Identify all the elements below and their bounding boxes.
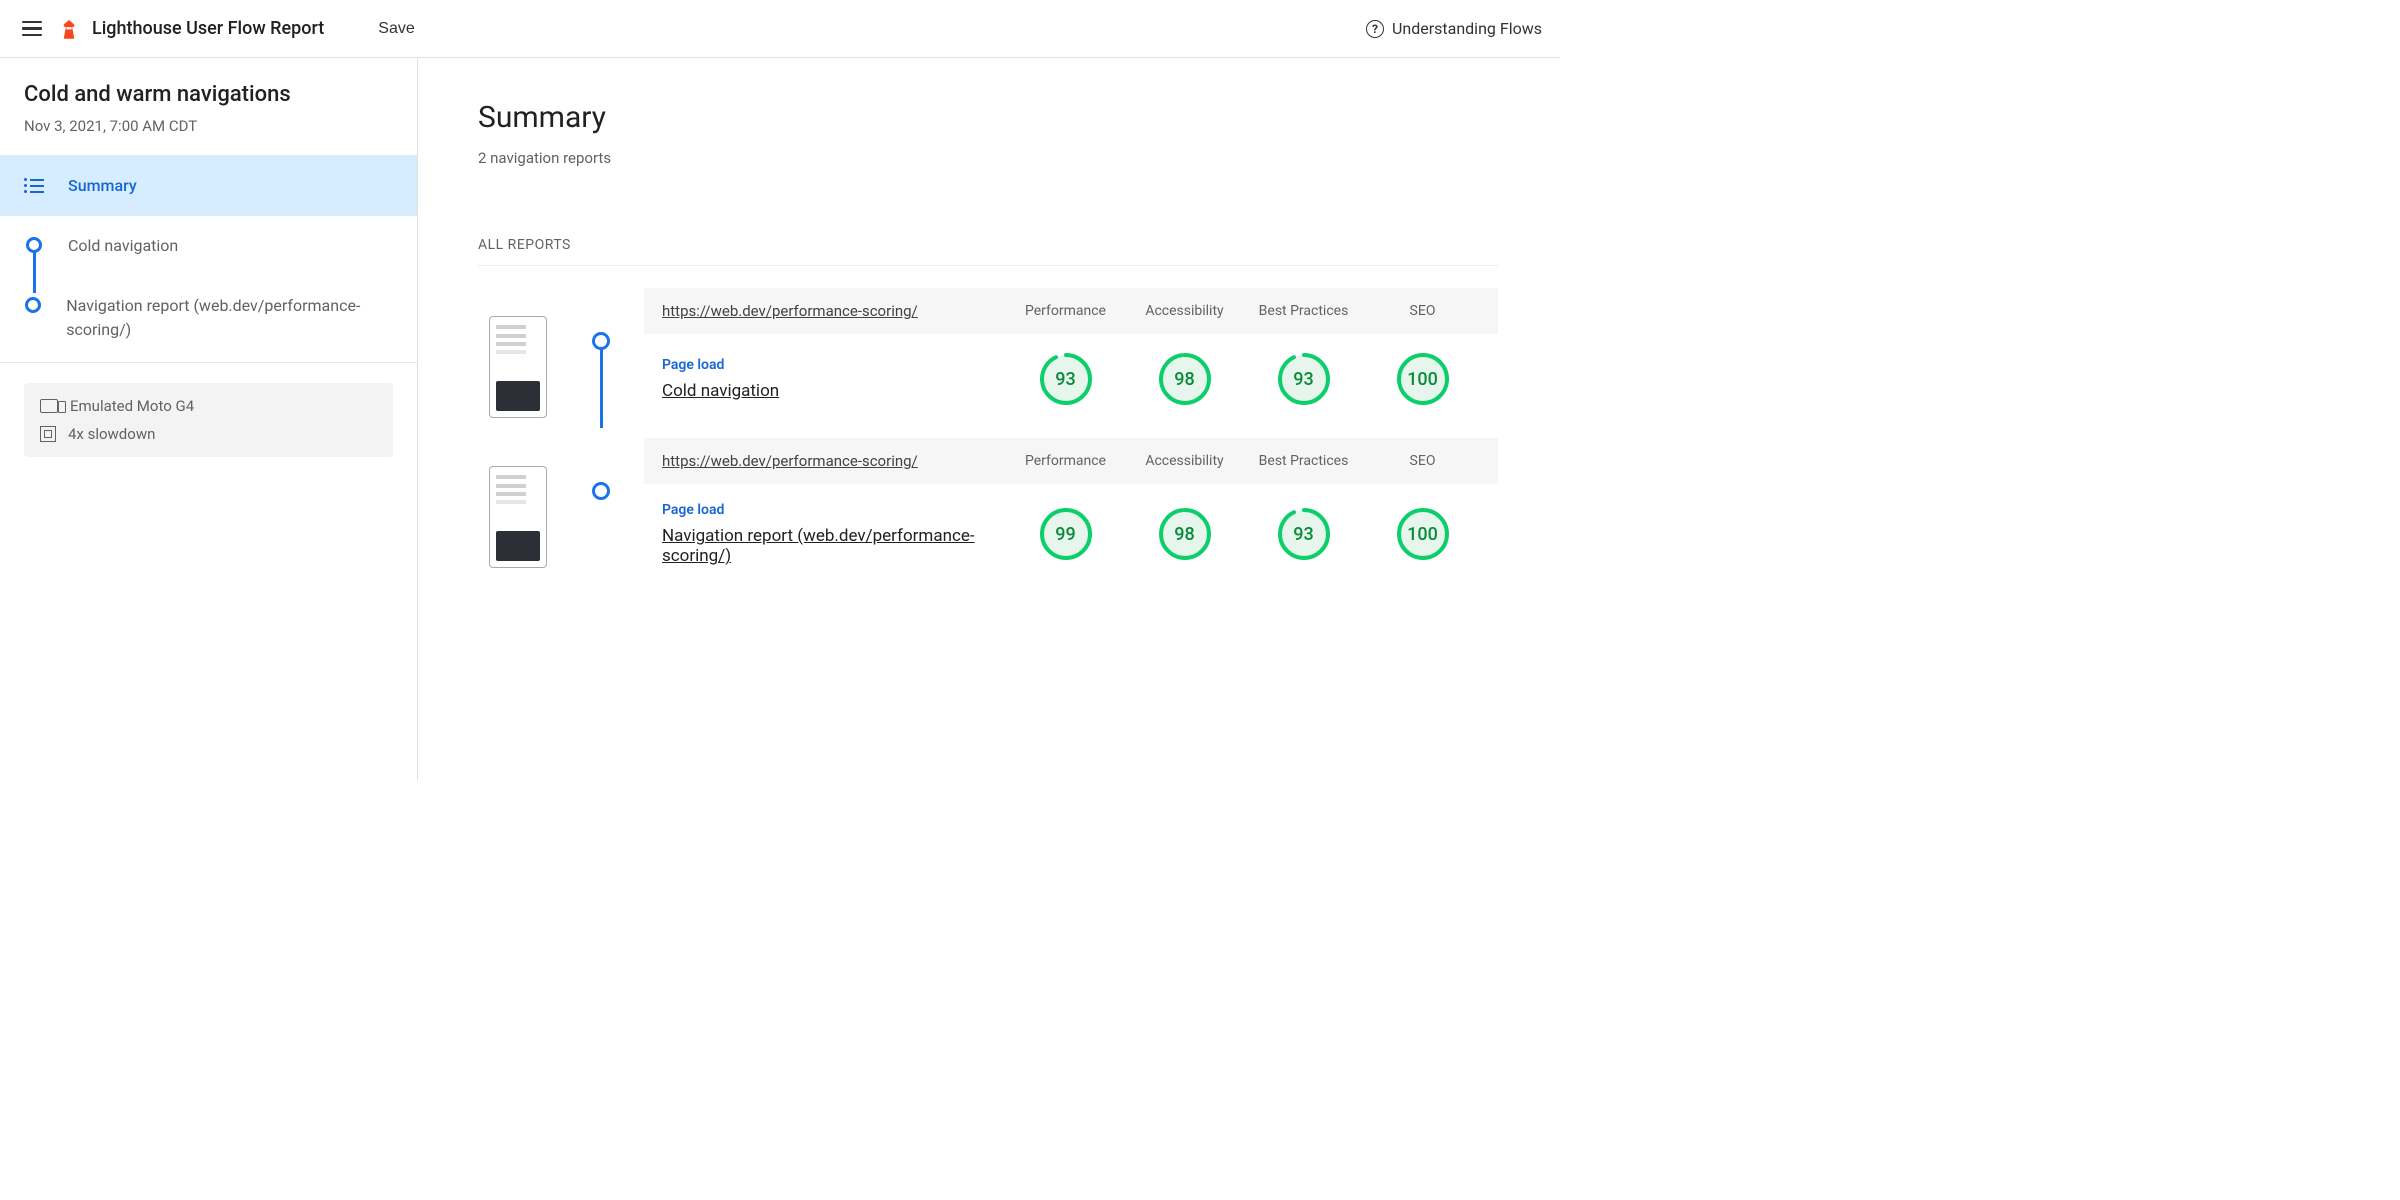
col-best-practices: Best Practices bbox=[1246, 452, 1361, 470]
help-link[interactable]: ? Understanding Flows bbox=[1366, 19, 1542, 38]
score-gauge[interactable]: 93 bbox=[1277, 352, 1331, 406]
screenshot-thumbnail[interactable] bbox=[489, 316, 547, 418]
list-icon bbox=[24, 178, 44, 193]
score-value: 100 bbox=[1396, 352, 1450, 406]
report-name-link[interactable]: Navigation report (web.dev/performance-s… bbox=[662, 526, 975, 566]
score-value: 98 bbox=[1158, 507, 1212, 561]
col-best-practices: Best Practices bbox=[1246, 302, 1361, 320]
step-dot-icon bbox=[25, 297, 41, 313]
col-performance: Performance bbox=[1008, 302, 1123, 320]
sidebar-header: Cold and warm navigations Nov 3, 2021, 7… bbox=[0, 58, 417, 156]
score-value: 93 bbox=[1277, 507, 1331, 561]
col-accessibility: Accessibility bbox=[1127, 452, 1242, 470]
sidebar-step-label: Cold navigation bbox=[68, 234, 178, 258]
main-content: Summary 2 navigation reports ALL REPORTS… bbox=[418, 58, 1560, 780]
sidebar-meta: Emulated Moto G4 4x slowdown bbox=[24, 383, 393, 457]
flow-date: Nov 3, 2021, 7:00 AM CDT bbox=[24, 117, 393, 135]
topbar: Lighthouse User Flow Report Save ? Under… bbox=[0, 0, 1560, 58]
sidebar-item-label: Summary bbox=[68, 176, 137, 195]
col-performance: Performance bbox=[1008, 452, 1123, 470]
score-gauge[interactable]: 98 bbox=[1158, 507, 1212, 561]
score-gauge[interactable]: 93 bbox=[1277, 507, 1331, 561]
score-value: 93 bbox=[1039, 352, 1093, 406]
sidebar-item-summary[interactable]: Summary bbox=[0, 156, 417, 216]
menu-icon[interactable] bbox=[18, 17, 46, 41]
sidebar-step[interactable]: Navigation report (web.dev/performance-s… bbox=[0, 276, 417, 360]
sidebar-step[interactable]: Cold navigation bbox=[0, 216, 417, 276]
report-header-row: https://web.dev/performance-scoring/ Per… bbox=[644, 288, 1498, 334]
save-button[interactable]: Save bbox=[378, 20, 414, 38]
step-dot-icon bbox=[26, 237, 42, 253]
report-header-row: https://web.dev/performance-scoring/ Per… bbox=[644, 438, 1498, 484]
report-url-link[interactable]: https://web.dev/performance-scoring/ bbox=[662, 302, 1004, 320]
step-tag: Page load bbox=[662, 357, 1004, 373]
lighthouse-logo-icon bbox=[60, 18, 78, 40]
score-gauge[interactable]: 98 bbox=[1158, 352, 1212, 406]
report-block: https://web.dev/performance-scoring/ Per… bbox=[478, 438, 1498, 590]
help-icon: ? bbox=[1366, 20, 1384, 38]
report-name-link[interactable]: Cold navigation bbox=[662, 381, 779, 401]
cpu-label: 4x slowdown bbox=[68, 425, 155, 443]
report-block: https://web.dev/performance-scoring/ Per… bbox=[478, 288, 1498, 430]
app-title: Lighthouse User Flow Report bbox=[92, 18, 324, 39]
score-gauge[interactable]: 100 bbox=[1396, 507, 1450, 561]
help-label: Understanding Flows bbox=[1392, 19, 1542, 38]
score-gauge[interactable]: 100 bbox=[1396, 352, 1450, 406]
col-seo: SEO bbox=[1365, 302, 1480, 320]
score-value: 99 bbox=[1039, 507, 1093, 561]
score-gauge[interactable]: 99 bbox=[1039, 507, 1093, 561]
score-value: 93 bbox=[1277, 352, 1331, 406]
score-value: 98 bbox=[1158, 352, 1212, 406]
flow-title: Cold and warm navigations bbox=[24, 82, 393, 107]
col-seo: SEO bbox=[1365, 452, 1480, 470]
step-tag: Page load bbox=[662, 502, 1004, 518]
device-icon bbox=[40, 399, 58, 413]
screenshot-thumbnail[interactable] bbox=[489, 466, 547, 568]
score-gauge[interactable]: 93 bbox=[1039, 352, 1093, 406]
device-label: Emulated Moto G4 bbox=[70, 397, 194, 415]
page-subtitle: 2 navigation reports bbox=[478, 149, 1498, 167]
timeline-dot-icon bbox=[592, 482, 610, 500]
cpu-icon bbox=[40, 426, 56, 442]
report-url-link[interactable]: https://web.dev/performance-scoring/ bbox=[662, 452, 1004, 470]
all-reports-heading: ALL REPORTS bbox=[478, 237, 1498, 266]
col-accessibility: Accessibility bbox=[1127, 302, 1242, 320]
score-value: 100 bbox=[1396, 507, 1450, 561]
sidebar-step-label: Navigation report (web.dev/performance-s… bbox=[66, 294, 393, 342]
sidebar: Cold and warm navigations Nov 3, 2021, 7… bbox=[0, 58, 418, 780]
page-title: Summary bbox=[478, 100, 1498, 135]
timeline-dot-icon bbox=[592, 332, 610, 350]
